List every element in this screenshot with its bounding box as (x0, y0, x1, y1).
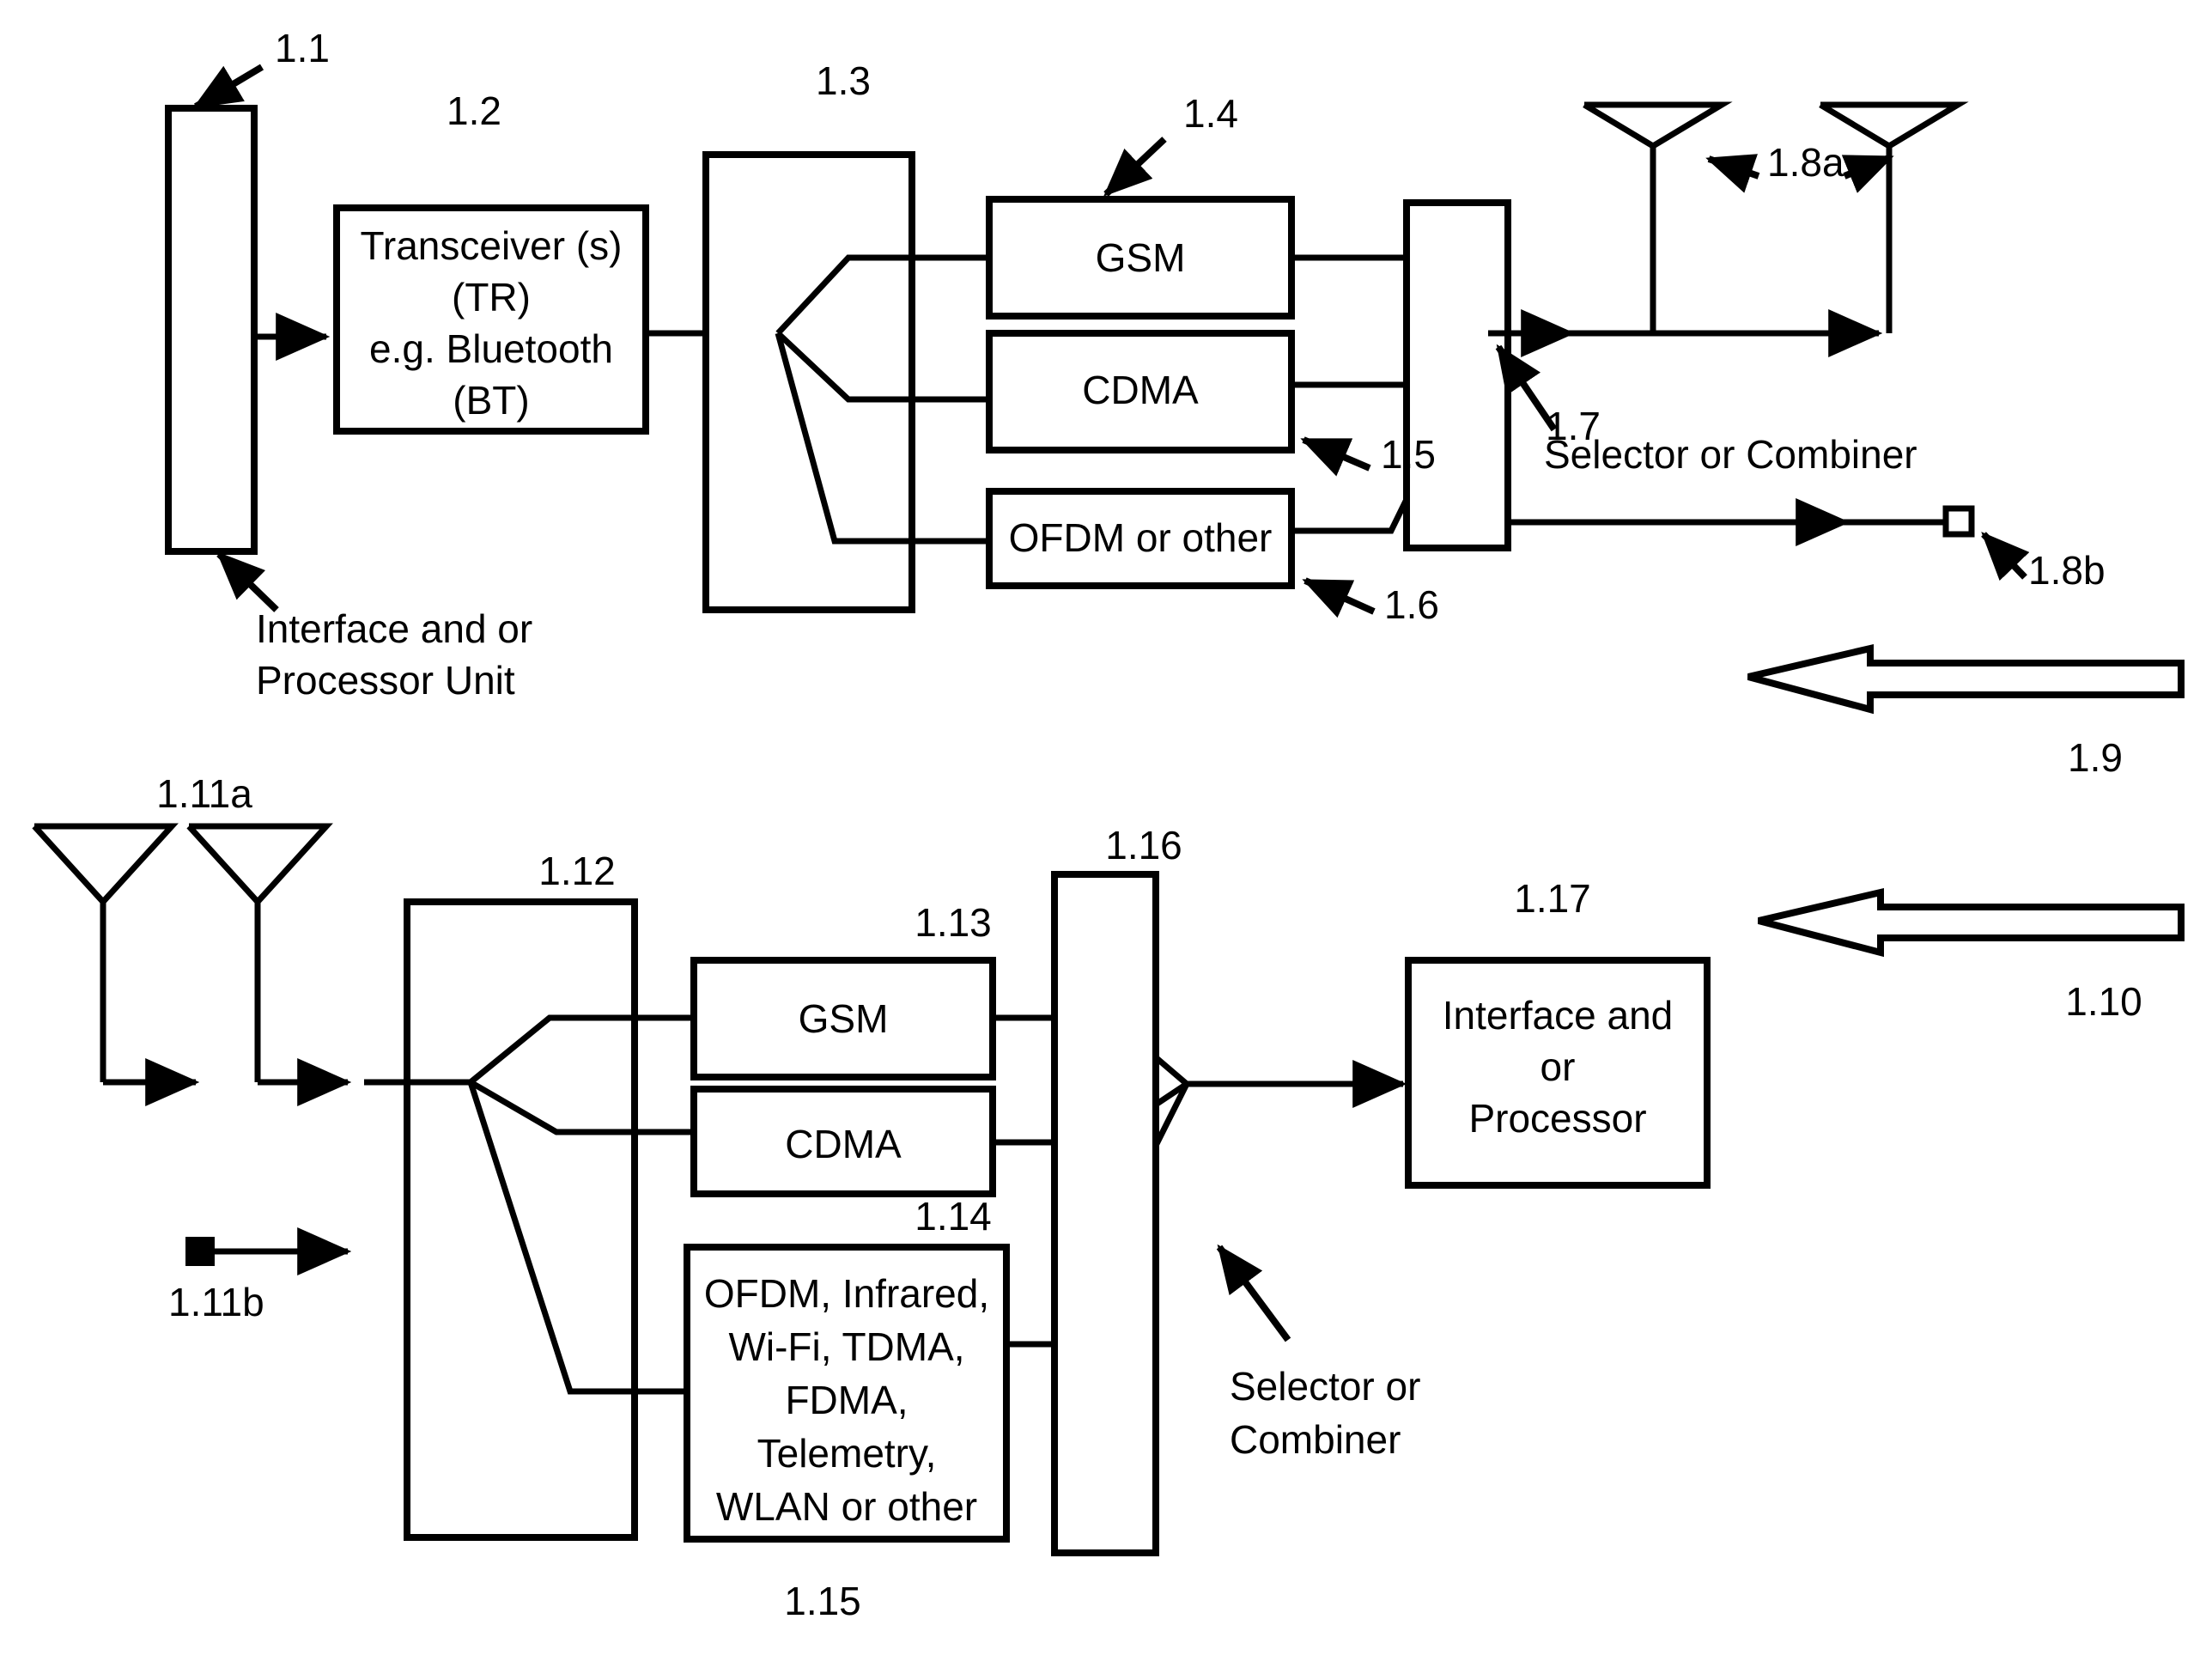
wire-combiner-to-terminal-1-8b (1508, 498, 1975, 546)
ref-label-1-6: 1.6 (1384, 582, 1439, 627)
modem-label-cdma-bottom: CDMA (785, 1122, 902, 1166)
splitter-1-3 (702, 151, 989, 613)
splitter-1-12 (364, 898, 694, 1541)
ref-label-1-17: 1.17 (1514, 876, 1591, 921)
ref-label-1-5: 1.5 (1381, 432, 1436, 477)
interface-processor-unit-1-1 (165, 105, 258, 555)
antenna-1-11a-right (186, 823, 333, 1082)
modem-label-cdma-top: CDMA (1082, 368, 1199, 412)
combiner-caption-top: Selector or Combiner (1544, 432, 1917, 477)
direction-block-arrow-1-9 (1747, 643, 2185, 715)
ref-label-1-14: 1.14 (915, 1194, 992, 1239)
ref-label-1-10: 1.10 (2065, 979, 2142, 1024)
ref-label-1-12: 1.12 (538, 849, 616, 893)
interface-caption-line1: Interface and or (256, 606, 532, 651)
antenna-1-8a-right (1819, 101, 1969, 333)
transceiver-label-line1: Transceiver (s) (361, 223, 623, 268)
ref-label-1-8a: 1.8a (1767, 140, 1844, 185)
ref-label-1-3: 1.3 (816, 58, 871, 103)
ref-label-1-2: 1.2 (447, 88, 501, 133)
leader-1-1 (192, 64, 264, 110)
ref-label-1-11b: 1.11b (168, 1280, 264, 1324)
terminal-1-11b (185, 1227, 352, 1275)
ref-label-1-15: 1.15 (784, 1579, 861, 1623)
leader-1-4 (1103, 137, 1167, 197)
modem-multi-label-line4: Telemetry, (757, 1431, 937, 1476)
transceiver-label-line2: (TR) (452, 275, 531, 320)
transceiver-label-line3: e.g. Bluetooth (369, 326, 613, 371)
combiner-1-16 (1051, 871, 1207, 1556)
ref-label-1-13: 1.13 (915, 900, 992, 945)
ref-label-1-4: 1.4 (1183, 91, 1238, 136)
patent-figure: 1.1 1.2 1.3 1.4 1.5 1.6 1.7 1.8a 1.8b 1.… (0, 0, 2212, 1680)
leader-interface-caption (216, 551, 279, 612)
modem-multi-label-line5: WLAN or other (716, 1484, 977, 1529)
modem-label-gsm-bottom: GSM (799, 996, 889, 1041)
open-square-terminal-1-8b (1942, 505, 1975, 538)
filled-square-terminal-1-11b (185, 1237, 215, 1266)
processor-label-line3: Processor (1468, 1096, 1646, 1141)
combiner-caption-bottom-line2: Combiner (1230, 1417, 1401, 1462)
antenna-1-8a-left (1583, 101, 1733, 333)
modem-multi-label-line1: OFDM, Infrared, (704, 1271, 989, 1316)
leader-1-8b (1981, 532, 2030, 581)
interface-caption-line2: Processor Unit (256, 658, 515, 703)
modem-label-gsm-top: GSM (1096, 235, 1186, 280)
ref-label-1-8b: 1.8b (2028, 548, 2106, 593)
modem-multi-label-line3: FDMA, (785, 1378, 908, 1422)
diagram-canvas: 1.1 1.2 1.3 1.4 1.5 1.6 1.7 1.8a 1.8b 1.… (32, 26, 2185, 1623)
ref-label-1-1: 1.1 (275, 26, 330, 70)
ref-label-1-11a: 1.11a (156, 771, 252, 816)
modem-multi-label-line2: Wi-Fi, TDMA, (728, 1324, 964, 1369)
processor-label-line1: Interface and (1443, 993, 1674, 1038)
ref-label-1-9: 1.9 (2068, 735, 2123, 780)
combiner-1-7 (1403, 199, 1511, 551)
processor-label-line2: or (1540, 1044, 1576, 1089)
leader-1-6 (1302, 577, 1376, 618)
leader-combiner-caption-bottom (1216, 1244, 1291, 1342)
ref-label-1-16: 1.16 (1105, 823, 1182, 867)
direction-block-arrow-1-10 (1757, 887, 2185, 958)
antenna-1-11a-left (32, 823, 179, 1082)
leader-1-5 (1300, 436, 1371, 477)
combiner-caption-bottom-line1: Selector or (1230, 1364, 1420, 1409)
transceiver-label-line4: (BT) (453, 378, 529, 423)
modem-label-ofdm-top: OFDM or other (1009, 515, 1273, 560)
